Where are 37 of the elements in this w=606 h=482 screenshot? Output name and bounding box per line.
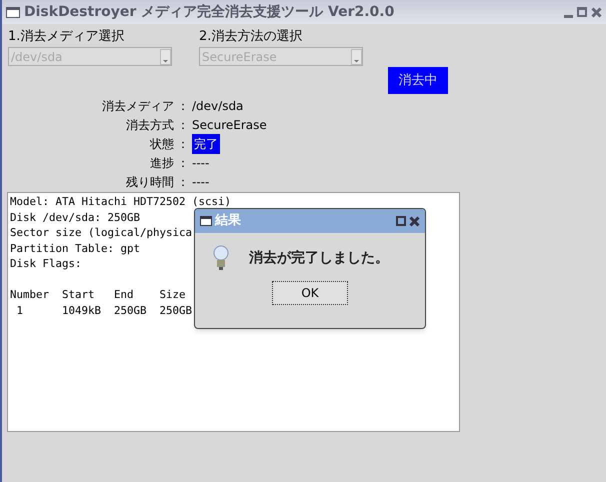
erasing-button[interactable]: 消去中	[388, 67, 448, 94]
log-line: Disk /dev/sda: 250GB	[10, 210, 140, 225]
info-value: /dev/sda	[192, 98, 244, 114]
window-icon	[6, 6, 20, 18]
close-icon[interactable]	[591, 6, 602, 18]
log-line: Partition Table: gpt	[10, 240, 140, 256]
ok-button[interactable]: OK	[272, 281, 348, 305]
info-label: 消去メディア	[101, 98, 174, 114]
window-icon	[200, 216, 212, 226]
selector-label: 2.消去方法の選択	[199, 29, 304, 45]
minimize-icon[interactable]	[564, 14, 573, 18]
info-separator: ：	[176, 174, 190, 190]
log-line: Disk Flags:	[10, 256, 82, 272]
info-value: ----	[192, 154, 210, 172]
info-separator: ：	[176, 98, 190, 114]
info-label: 残り時間	[125, 174, 174, 190]
log-line: Model: ATA Hitachi HDT72502 (scsi)	[10, 194, 232, 210]
maximize-icon[interactable]	[396, 216, 406, 226]
close-icon[interactable]	[409, 216, 420, 226]
lightbulb-icon	[213, 245, 229, 271]
info-value: ----	[192, 174, 210, 190]
selector-label: 1.消去メディア選択	[8, 29, 126, 45]
maximize-icon[interactable]	[577, 7, 587, 17]
info-value: SecureErase	[192, 116, 267, 134]
info-label: 状態	[149, 136, 174, 152]
info-value: 完了	[192, 134, 220, 154]
window-title: DiskDestroyer メディア完全消去支援ツール Ver2.0.0	[24, 2, 394, 22]
dialog-title: 結果	[215, 212, 241, 230]
info-separator: ：	[176, 136, 190, 152]
log-line: Sector size (logical/physica	[10, 225, 192, 240]
info-label: 進捗	[149, 154, 174, 172]
info-separator: ：	[176, 116, 190, 134]
partition-line: 1 1049kB 250GB 250GB	[16, 302, 192, 318]
info-separator: ：	[176, 154, 190, 172]
partition-line: Number Start End Size	[10, 287, 186, 302]
dialog-message: 消去が完了しました。	[249, 248, 389, 268]
info-label: 消去方式	[125, 116, 174, 134]
